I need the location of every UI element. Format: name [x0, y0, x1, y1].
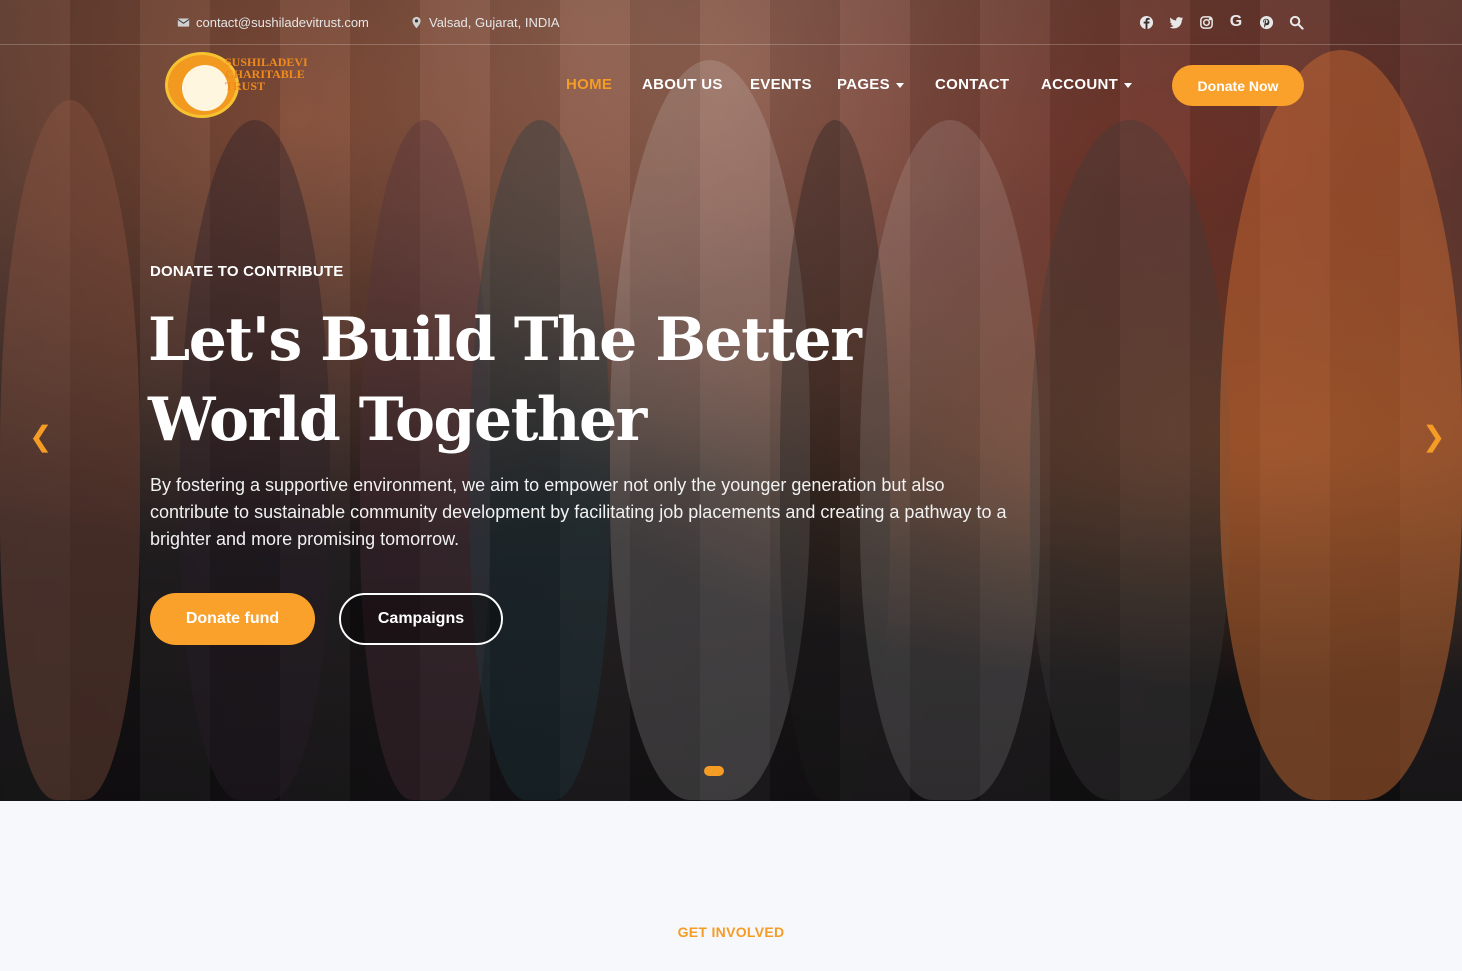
- instagram-icon[interactable]: [1198, 14, 1214, 30]
- nav-item-about-us[interactable]: ABOUT US: [642, 76, 723, 93]
- section-eyebrow: GET INVOLVED: [677, 924, 785, 940]
- location-contact: Valsad, Gujarat, INDIA: [410, 15, 560, 30]
- donate-fund-button[interactable]: Donate fund: [150, 593, 315, 645]
- nav-item-contact[interactable]: CONTACT: [935, 76, 1009, 93]
- logo-text: SUSHILADEVI CHARITABLE TRUST: [225, 56, 308, 92]
- nav-label: ACCOUNT: [1041, 76, 1119, 93]
- campaigns-button[interactable]: Campaigns: [339, 593, 503, 645]
- facebook-icon[interactable]: [1138, 14, 1154, 30]
- hero-eyebrow: DONATE TO CONTRIBUTE: [150, 263, 344, 280]
- map-pin-icon: [412, 16, 421, 29]
- nav-item-pages[interactable]: PAGES: [837, 76, 904, 93]
- caret-down-icon: [895, 82, 904, 88]
- top-bar: contact@sushiladevitrust.com Valsad, Guj…: [0, 0, 1462, 45]
- pinterest-icon[interactable]: [1258, 14, 1274, 30]
- search-icon[interactable]: [1288, 14, 1304, 30]
- social-links: G: [1138, 13, 1304, 30]
- donate-now-button[interactable]: Donate Now: [1172, 65, 1304, 106]
- hero-headline: Let's Build The Better World Together: [148, 300, 1048, 460]
- nav-item-events[interactable]: EVENTS: [750, 76, 812, 93]
- nav-label: CONTACT: [935, 76, 1010, 93]
- google-icon[interactable]: G: [1228, 13, 1244, 30]
- logo-line-3: TRUST: [225, 79, 266, 93]
- nav-label: ABOUT US: [642, 76, 723, 93]
- email-contact[interactable]: contact@sushiladevitrust.com: [177, 15, 369, 30]
- location-text: Valsad, Gujarat, INDIA: [429, 15, 560, 30]
- hero-headline-line-2: World Together: [148, 385, 647, 455]
- nav-label: EVENTS: [750, 76, 812, 93]
- slider-dot-active[interactable]: [704, 766, 724, 776]
- slider-next-arrow-icon[interactable]: ❯: [1422, 420, 1445, 453]
- hero-headline-line-1: Let's Build The Better: [148, 305, 862, 375]
- hero-slider: contact@sushiladevitrust.com Valsad, Guj…: [0, 0, 1462, 801]
- slider-prev-arrow-icon[interactable]: ❮: [29, 420, 52, 453]
- nav-item-account[interactable]: ACCOUNT: [1041, 76, 1133, 93]
- nav-label: PAGES: [837, 76, 890, 93]
- hero-description: By fostering a supportive environment, w…: [150, 475, 1007, 549]
- nav-item-home[interactable]: HOME: [566, 76, 612, 93]
- envelope-icon: [177, 18, 190, 27]
- nav-label: HOME: [566, 76, 613, 93]
- site-logo[interactable]: SUSHILADEVI CHARITABLE TRUST: [165, 50, 325, 122]
- email-text: contact@sushiladevitrust.com: [196, 15, 369, 30]
- twitter-icon[interactable]: [1168, 14, 1184, 30]
- caret-down-icon: [1124, 82, 1133, 88]
